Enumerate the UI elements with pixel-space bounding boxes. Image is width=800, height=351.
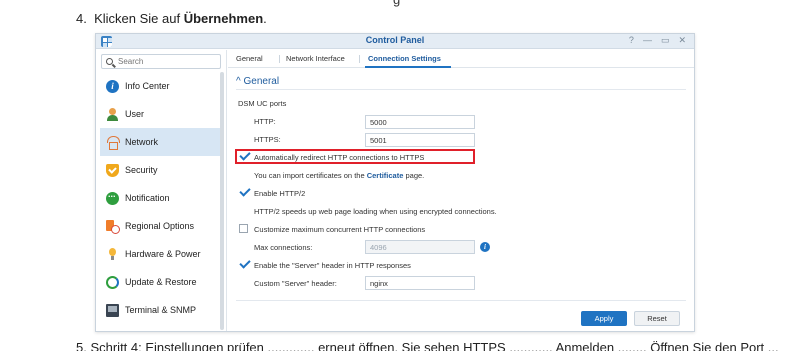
sidebar-item-network[interactable]: Network (100, 128, 220, 156)
sidebar-item-info-center[interactable]: i Info Center (100, 72, 220, 100)
footer-divider (236, 300, 686, 301)
search-box[interactable] (101, 54, 221, 69)
max-connections-check-label: Customize maximum concurrent HTTP connec… (254, 225, 426, 234)
tab-network-interface[interactable]: Network Interface (286, 54, 345, 63)
max-connections-label: Max connections: (254, 243, 313, 252)
certificate-hint-text-end: page. (403, 171, 425, 180)
section-header-general[interactable]: ^ General (236, 76, 279, 87)
terminal-icon (106, 303, 119, 317)
update-refresh-icon (106, 275, 119, 289)
active-tab-indicator (365, 66, 451, 68)
sidebar-item-security[interactable]: Security (100, 156, 220, 184)
section-divider (236, 89, 686, 90)
tab-divider (279, 55, 280, 63)
window-controls: ? — ▭ ✕ (629, 35, 686, 46)
tab-connection-settings[interactable]: Connection Settings (368, 54, 441, 63)
sidebar-scrollbar[interactable] (220, 72, 224, 330)
enable-http2-checkbox[interactable] (239, 188, 248, 197)
main-content: General Network Interface Connection Set… (228, 50, 694, 331)
highlight-box (235, 149, 475, 164)
https-port-label: HTTPS: (254, 135, 281, 144)
help-icon[interactable]: ? (629, 35, 634, 46)
tab-bar: General Network Interface Connection Set… (228, 50, 694, 68)
max-connections-checkbox[interactable] (239, 224, 248, 233)
sidebar-item-hardware-power[interactable]: Hardware & Power (100, 240, 220, 268)
sidebar: i Info Center User Network Security Noti… (96, 50, 227, 331)
info-tooltip-icon[interactable]: i (480, 242, 490, 252)
minimize-icon[interactable]: — (643, 35, 652, 46)
sidebar-item-label: Security (125, 165, 158, 175)
certificate-hint-text: You can import certificates on the (254, 171, 367, 180)
network-icon (106, 135, 120, 150)
security-shield-icon (106, 163, 119, 177)
window-title: Control Panel (365, 35, 425, 45)
document-text-fragment: g (393, 0, 400, 7)
certificate-hint: You can import certificates on the Certi… (254, 171, 424, 180)
sidebar-item-update-restore[interactable]: Update & Restore (100, 268, 220, 296)
window-titlebar[interactable]: Control Panel ? — ▭ ✕ (96, 34, 694, 49)
sidebar-item-label: Update & Restore (125, 277, 197, 287)
sidebar-item-label: Network (125, 137, 159, 147)
http-port-input[interactable] (365, 115, 475, 129)
sidebar-item-user[interactable]: User (100, 100, 220, 128)
user-icon (106, 107, 119, 121)
sidebar-item-regional-options[interactable]: Regional Options (100, 212, 220, 240)
sidebar-item-label: Hardware & Power (125, 249, 201, 259)
sidebar-item-label: Info Center (125, 81, 170, 91)
chevron-up-icon: ^ (236, 76, 241, 87)
custom-server-header-label: Custom "Server" header: (254, 279, 337, 288)
max-connections-input (365, 240, 475, 254)
search-icon (106, 58, 113, 65)
server-header-checkbox[interactable] (239, 260, 248, 269)
apply-button[interactable]: Apply (581, 311, 627, 326)
http-port-label: HTTP: (254, 117, 276, 126)
tab-divider (359, 55, 360, 63)
search-input[interactable] (118, 56, 218, 67)
sidebar-item-label: Notification (125, 193, 170, 203)
sidebar-item-notification[interactable]: Notification (100, 184, 220, 212)
sidebar-item-label: Regional Options (125, 221, 195, 231)
notification-chat-icon (106, 189, 119, 205)
sidebar-item-label: Terminal & SNMP (125, 305, 197, 315)
server-header-label: Enable the "Server" header in HTTP respo… (254, 261, 411, 270)
https-port-input[interactable] (365, 133, 475, 147)
maximize-icon[interactable]: ▭ (661, 35, 670, 46)
hardware-bulb-icon (106, 247, 119, 261)
reset-button[interactable]: Reset (634, 311, 680, 326)
step-instruction: 4. Klicken Sie auf Übernehmen. (76, 11, 267, 26)
step-bold-text: Übernehmen (183, 11, 264, 26)
tab-general[interactable]: General (236, 54, 263, 63)
close-icon[interactable]: ✕ (678, 35, 686, 46)
http2-description: HTTP/2 speeds up web page loading when u… (254, 207, 497, 216)
step-text: Klicken Sie auf (94, 11, 184, 26)
regional-clock-icon (106, 219, 120, 234)
custom-server-header-input[interactable] (365, 276, 475, 290)
sidebar-item-label: User (125, 109, 145, 119)
sidebar-item-terminal-snmp[interactable]: Terminal & SNMP (100, 296, 220, 324)
section-title: General (243, 76, 280, 87)
group-label: DSM UC ports (238, 99, 287, 108)
info-icon: i (106, 79, 119, 93)
control-panel-window: Control Panel ? — ▭ ✕ i Info Center User… (95, 33, 695, 332)
next-step-fragment: 5. Schritt 4: Einstellungen prüfen .....… (76, 340, 779, 351)
enable-http2-label: Enable HTTP/2 (254, 189, 306, 198)
step-text-end: . (263, 11, 267, 26)
step-number: 4. (76, 11, 87, 26)
certificate-link[interactable]: Certificate (367, 171, 404, 180)
